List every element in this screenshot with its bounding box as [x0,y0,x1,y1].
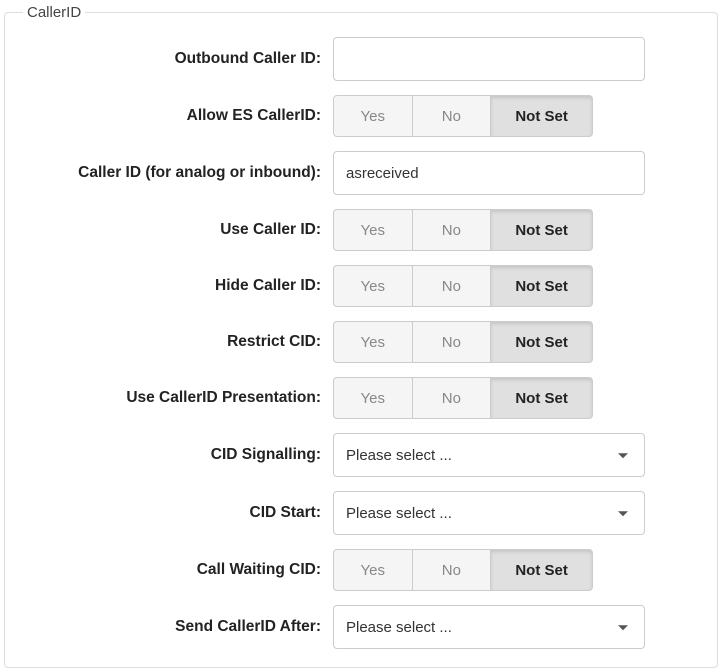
caret-down-icon [618,511,628,516]
label-use-cid-pres: Use CallerID Presentation: [23,389,333,407]
row-cid-analog: Caller ID (for analog or inbound): [23,151,699,195]
send-cid-after-select[interactable]: Please select ... [333,605,645,649]
use-cid-pres-no[interactable]: No [412,377,492,419]
use-cid-notset[interactable]: Not Set [490,209,593,251]
row-send-cid-after: Send CallerID After: Please select ... [23,605,699,649]
row-hide-cid: Hide Caller ID: Yes No Not Set [23,265,699,307]
row-restrict-cid: Restrict CID: Yes No Not Set [23,321,699,363]
row-outbound-cid: Outbound Caller ID: [23,37,699,81]
hide-cid-radio-group: Yes No Not Set [333,265,593,307]
restrict-cid-notset[interactable]: Not Set [490,321,593,363]
callwaiting-cid-radio-group: Yes No Not Set [333,549,593,591]
hide-cid-notset[interactable]: Not Set [490,265,593,307]
cid-signalling-placeholder: Please select ... [346,447,452,464]
outbound-cid-input[interactable] [333,37,645,81]
allow-es-no[interactable]: No [412,95,492,137]
label-use-cid: Use Caller ID: [23,221,333,239]
label-restrict-cid: Restrict CID: [23,333,333,351]
allow-es-notset[interactable]: Not Set [490,95,593,137]
callwaiting-cid-notset[interactable]: Not Set [490,549,593,591]
send-cid-after-placeholder: Please select ... [346,619,452,636]
label-cid-analog: Caller ID (for analog or inbound): [23,164,333,182]
caret-down-icon [618,453,628,458]
restrict-cid-no[interactable]: No [412,321,492,363]
label-send-cid-after: Send CallerID After: [23,618,333,636]
callwaiting-cid-no[interactable]: No [412,549,492,591]
callerid-fieldset: CallerID Outbound Caller ID: Allow ES Ca… [4,4,718,668]
callerid-legend: CallerID [23,4,85,21]
use-cid-yes[interactable]: Yes [333,209,413,251]
row-use-cid-pres: Use CallerID Presentation: Yes No Not Se… [23,377,699,419]
use-cid-pres-radio-group: Yes No Not Set [333,377,593,419]
label-hide-cid: Hide Caller ID: [23,277,333,295]
label-cid-signalling: CID Signalling: [23,446,333,464]
use-cid-pres-yes[interactable]: Yes [333,377,413,419]
row-allow-es: Allow ES CallerID: Yes No Not Set [23,95,699,137]
caret-down-icon [618,625,628,630]
use-cid-pres-notset[interactable]: Not Set [490,377,593,419]
use-cid-radio-group: Yes No Not Set [333,209,593,251]
callwaiting-cid-yes[interactable]: Yes [333,549,413,591]
label-allow-es: Allow ES CallerID: [23,107,333,125]
cid-start-placeholder: Please select ... [346,505,452,522]
restrict-cid-radio-group: Yes No Not Set [333,321,593,363]
label-outbound-cid: Outbound Caller ID: [23,50,333,68]
cid-start-select[interactable]: Please select ... [333,491,645,535]
row-use-cid: Use Caller ID: Yes No Not Set [23,209,699,251]
row-cid-signalling: CID Signalling: Please select ... [23,433,699,477]
use-cid-no[interactable]: No [412,209,492,251]
cid-analog-input[interactable] [333,151,645,195]
allow-es-yes[interactable]: Yes [333,95,413,137]
hide-cid-yes[interactable]: Yes [333,265,413,307]
label-callwaiting-cid: Call Waiting CID: [23,561,333,579]
row-callwaiting-cid: Call Waiting CID: Yes No Not Set [23,549,699,591]
allow-es-radio-group: Yes No Not Set [333,95,593,137]
row-cid-start: CID Start: Please select ... [23,491,699,535]
hide-cid-no[interactable]: No [412,265,492,307]
cid-signalling-select[interactable]: Please select ... [333,433,645,477]
label-cid-start: CID Start: [23,504,333,522]
restrict-cid-yes[interactable]: Yes [333,321,413,363]
